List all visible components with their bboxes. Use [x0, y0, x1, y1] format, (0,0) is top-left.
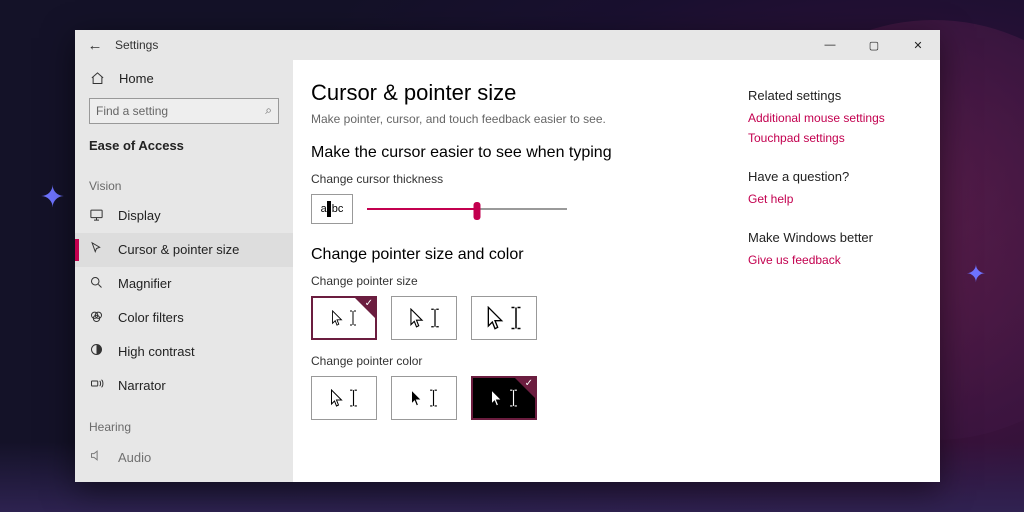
pointer-color-options: ✓: [311, 376, 722, 420]
audio-icon: [89, 448, 104, 466]
home-nav[interactable]: Home: [75, 60, 293, 98]
link-give-feedback[interactable]: Give us feedback: [748, 253, 926, 267]
link-get-help[interactable]: Get help: [748, 192, 926, 206]
link-touchpad-settings[interactable]: Touchpad settings: [748, 131, 926, 145]
titlebar: ← Settings — ▢ ✕: [75, 30, 940, 60]
thickness-preview: abc: [311, 194, 353, 224]
sidebar-item-label: Cursor & pointer size: [118, 242, 239, 257]
sidebar-item-color-filters[interactable]: Color filters: [75, 301, 293, 335]
pointer-color-label: Change pointer color: [311, 354, 722, 368]
group-vision-label: Vision: [75, 161, 293, 199]
question-heading: Have a question?: [748, 169, 926, 184]
close-button[interactable]: ✕: [896, 30, 940, 60]
sidebar-item-high-contrast[interactable]: High contrast: [75, 334, 293, 368]
thickness-slider[interactable]: [367, 199, 567, 219]
sidebar-item-label: Magnifier: [118, 276, 171, 291]
aside-panel: Related settings Additional mouse settin…: [740, 60, 940, 482]
group-hearing-label: Hearing: [75, 402, 293, 440]
sidebar-item-display[interactable]: Display: [75, 199, 293, 233]
link-additional-mouse-settings[interactable]: Additional mouse settings: [748, 111, 926, 125]
pointer-color-inverted[interactable]: ✓: [471, 376, 537, 420]
bg-star-icon: ✦: [966, 260, 986, 289]
thickness-label: Change cursor thickness: [311, 172, 722, 186]
search-placeholder: Find a setting: [96, 104, 265, 118]
bg-star-icon: ✦: [40, 180, 65, 215]
magnifier-icon: [89, 275, 104, 293]
search-input[interactable]: Find a setting ⌕: [89, 98, 279, 124]
sidebar-item-label: Audio: [118, 450, 151, 465]
page-title: Cursor & pointer size: [311, 80, 722, 106]
category-heading: Ease of Access: [75, 134, 293, 161]
sidebar-item-label: Color filters: [118, 310, 184, 325]
pointer-size-options: ✓: [311, 296, 722, 340]
sidebar-item-narrator[interactable]: Narrator: [75, 368, 293, 402]
display-icon: [89, 207, 104, 225]
section-pointer-heading: Change pointer size and color: [311, 246, 722, 264]
section-typing-heading: Make the cursor easier to see when typin…: [311, 144, 722, 162]
search-icon: ⌕: [265, 103, 272, 118]
pointer-color-black[interactable]: [391, 376, 457, 420]
pointer-size-label: Change pointer size: [311, 274, 722, 288]
related-settings-heading: Related settings: [748, 88, 926, 103]
high-contrast-icon: [89, 342, 104, 360]
sidebar-item-label: High contrast: [118, 344, 195, 359]
page-subtitle: Make pointer, cursor, and touch feedback…: [311, 112, 722, 126]
pointer-size-medium[interactable]: [391, 296, 457, 340]
cursor-pointer-icon: [89, 241, 104, 259]
pointer-size-large[interactable]: [471, 296, 537, 340]
color-filters-icon: [89, 309, 104, 327]
sidebar: Home Find a setting ⌕ Ease of Access Vis…: [75, 60, 293, 482]
back-button[interactable]: ←: [75, 37, 115, 54]
narrator-icon: [89, 376, 104, 394]
feedback-heading: Make Windows better: [748, 230, 926, 245]
home-label: Home: [119, 71, 154, 86]
sidebar-item-magnifier[interactable]: Magnifier: [75, 267, 293, 301]
sidebar-item-audio[interactable]: Audio: [75, 440, 293, 474]
pointer-size-small[interactable]: ✓: [311, 296, 377, 340]
sidebar-item-cursor-pointer[interactable]: Cursor & pointer size: [75, 233, 293, 267]
pointer-color-white[interactable]: [311, 376, 377, 420]
sidebar-item-label: Display: [118, 208, 161, 223]
sidebar-item-label: Narrator: [118, 378, 166, 393]
maximize-button[interactable]: ▢: [852, 30, 896, 60]
settings-content: Cursor & pointer size Make pointer, curs…: [293, 60, 740, 482]
home-icon: [89, 71, 105, 86]
settings-window: ← Settings — ▢ ✕ Home Find a setting ⌕ E…: [75, 30, 940, 482]
window-title: Settings: [115, 38, 158, 52]
minimize-button[interactable]: —: [808, 30, 852, 60]
